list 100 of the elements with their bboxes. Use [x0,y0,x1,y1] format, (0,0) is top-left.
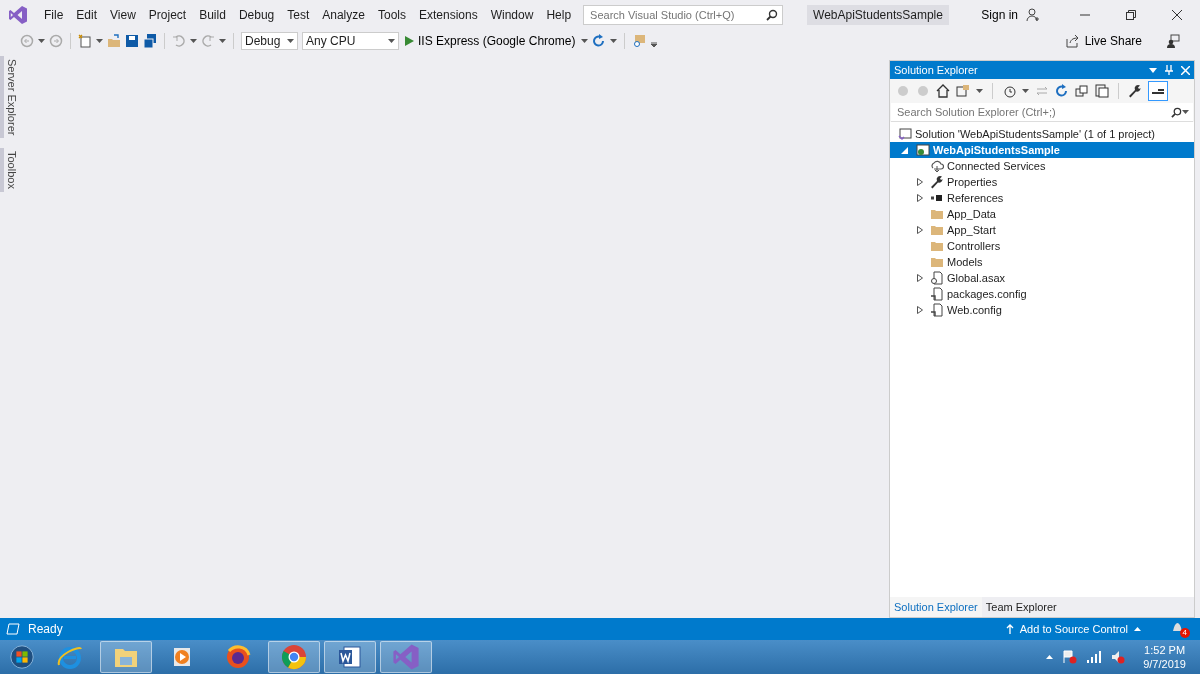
caret-icon[interactable] [1046,655,1054,659]
fox-globe-icon [224,643,252,671]
refresh-icon[interactable] [592,34,607,48]
close-icon [1172,10,1182,20]
source-control-button[interactable]: Add to Source Control [999,622,1147,636]
file-gear-icon [930,271,944,285]
muted-speaker-icon[interactable] [1111,650,1126,664]
tree-item[interactable]: References [890,190,1194,206]
caret-icon [1134,627,1141,631]
collapsed-icon[interactable] [917,274,923,282]
taskbar-app[interactable] [380,641,432,673]
folder-icon [930,207,944,221]
windows-orb-icon [10,642,34,672]
status-text: Ready [28,622,63,636]
project-node[interactable]: WebApiStudentsSample [890,142,1194,158]
arrow-up-icon [1005,624,1014,634]
panel-title: Solution Explorer [894,64,979,76]
visual-studio-logo [8,5,28,25]
caret-icon[interactable] [1149,67,1157,73]
menu-item[interactable]: Build [193,8,232,22]
menu-item[interactable]: Edit [70,8,104,22]
user-icon[interactable] [1026,8,1040,22]
clock-time[interactable]: 1:52 PM [1144,643,1186,657]
caret-icon [1182,110,1189,114]
solution-node[interactable]: Solution 'WebApiStudentsSample' (1 of 1 project) [890,126,1194,142]
show-all-files-icon[interactable] [1095,84,1109,98]
tree-item[interactable]: App_Start [890,222,1194,238]
browser-link-icon[interactable] [632,34,647,48]
menu-item[interactable]: View [104,8,142,22]
menu-item[interactable]: Analyze [316,8,371,22]
caret-icon [976,89,983,93]
menu-item[interactable]: File [38,8,70,22]
config-file-icon [930,303,944,317]
tree-item[interactable]: Connected Services [890,158,1194,174]
search-field[interactable]: Search Visual Studio (Ctrl+Q) [588,8,767,22]
notification-count: 4 [1179,627,1190,638]
caret-icon [96,39,103,43]
notifications-button[interactable]: 4 [1171,620,1190,638]
menu-item[interactable]: Debug [232,8,281,22]
collapsed-icon[interactable] [917,226,923,234]
caret-icon [1022,89,1029,93]
pin-icon[interactable] [1165,65,1173,75]
signal-icon[interactable] [1087,651,1102,663]
tree-item[interactable]: Web.config [890,302,1194,318]
bell-icon [1171,620,1184,634]
close-icon[interactable] [1181,65,1190,75]
clock-icon[interactable] [1002,84,1016,98]
taskbar-app[interactable] [268,641,320,673]
save-all-icon[interactable] [143,34,157,48]
platform-dropdown[interactable]: Any CPU [302,32,399,50]
home-icon[interactable] [936,84,950,98]
collapse-all-icon[interactable] [1075,84,1089,98]
solution-search-box[interactable]: Search Solution Explorer (Ctrl+;) [891,103,1193,122]
menu-item[interactable]: Help [540,8,578,22]
caret-icon [287,39,294,43]
save-icon[interactable] [125,34,139,48]
sign-in-link[interactable]: Sign in [979,8,1020,22]
collapsed-icon[interactable] [917,306,923,314]
switch-views-icon[interactable] [956,84,970,98]
panel-tab[interactable]: Team Explorer [981,597,1061,617]
open-folder-icon[interactable] [107,34,121,48]
refresh-icon[interactable] [1055,84,1069,98]
run-button[interactable]: IIS Express (Google Chrome) [403,34,578,48]
feedback-icon[interactable] [1166,34,1180,48]
status-icon [6,623,20,635]
word-icon [336,643,364,671]
tree-item[interactable]: App_Data [890,206,1194,222]
menu-item[interactable]: Project [142,8,193,22]
side-tab[interactable]: Server Explorer [0,56,22,139]
solution-search-field[interactable]: Search Solution Explorer (Ctrl+;) [895,105,1171,119]
project-title: WebApiStudentsSample [807,5,949,25]
overflow-icon[interactable] [650,42,659,48]
menu-item[interactable]: Test [281,8,316,22]
folder-icon [930,239,944,253]
new-project-icon[interactable] [78,34,92,48]
preview-toggle-icon[interactable] [1148,81,1168,101]
caret-icon [610,39,618,43]
panel-tab[interactable]: Solution Explorer [890,597,982,617]
tree-item[interactable]: Global.asax [890,270,1194,286]
web-project-icon [916,143,930,157]
chrome-icon [280,643,308,671]
live-share-button[interactable]: Live Share [1059,33,1148,49]
tree-item[interactable]: Controllers [890,238,1194,254]
flag-error-icon[interactable] [1063,650,1078,664]
tree-item[interactable]: Properties [890,174,1194,190]
menu-item[interactable]: Tools [371,8,412,22]
configuration-dropdown[interactable]: Debug [241,32,298,50]
expanded-icon[interactable] [900,146,908,154]
tree-item[interactable]: Models [890,254,1194,270]
menu-item[interactable]: Extensions [413,8,484,22]
clock-date[interactable]: 9/7/2019 [1143,657,1186,671]
folder-icon [930,223,944,237]
side-tab[interactable]: Toolbox [0,148,22,193]
search-box[interactable]: Search Visual Studio (Ctrl+Q) [583,5,784,25]
wrench-icon[interactable] [1128,84,1142,98]
menu-item[interactable]: Window [484,8,540,22]
taskbar-app[interactable] [324,641,376,673]
search-icon [1171,106,1182,118]
tree-item[interactable]: packages.config [890,286,1194,302]
folder-icon [930,255,944,269]
